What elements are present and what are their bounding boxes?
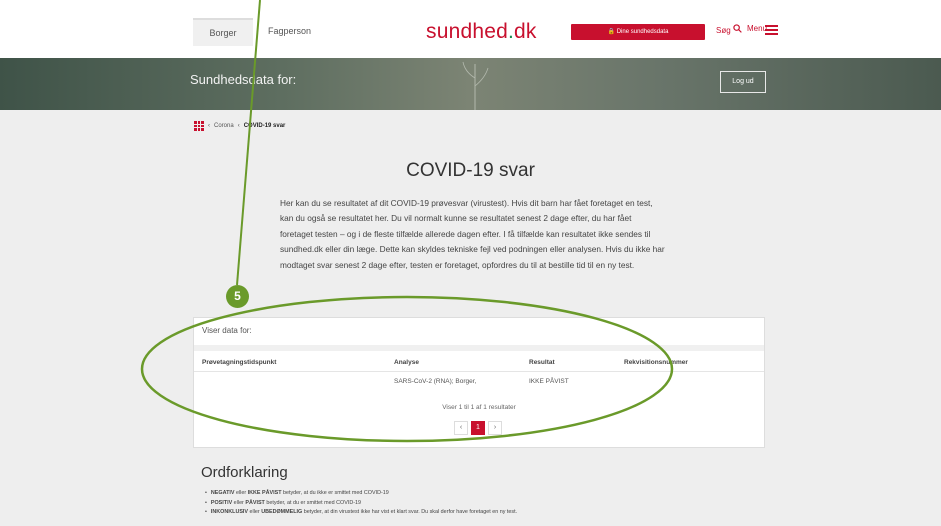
results-card: Viser data for: Prøvetagningstidspunkt A… bbox=[193, 317, 765, 448]
logo-tld: dk bbox=[514, 20, 537, 43]
column-header-requisition[interactable]: Rekvisitionsnummer bbox=[624, 359, 688, 366]
cell-result: IKKE PÅVIST bbox=[529, 378, 569, 385]
hero-banner: Sundhedsdata for: Log ud bbox=[0, 58, 941, 110]
chevron-left-icon: ‹ bbox=[208, 123, 210, 129]
breadcrumb: ‹ Corona ‹ COVID-19 svar bbox=[194, 120, 285, 132]
definitions-list: NEGATIV eller IKKE PÅVIST betyder, at du… bbox=[205, 490, 517, 519]
sundhed-logo[interactable]: sundhed.dk bbox=[426, 20, 537, 44]
annotation-badge: 5 bbox=[226, 285, 249, 308]
next-page-button[interactable]: › bbox=[488, 421, 502, 435]
chevron-left-icon: ‹ bbox=[237, 123, 240, 129]
breadcrumb-current: COVID-19 svar bbox=[243, 123, 286, 129]
top-navigation: Borger Fagperson sundhed.dk 🔒 Dine sundh… bbox=[0, 0, 941, 58]
definition-item: POSITIV eller PÅVIST betyder, at du er s… bbox=[205, 500, 517, 510]
showing-for-label: Viser data for: bbox=[202, 326, 252, 335]
column-header-analysis[interactable]: Analyse bbox=[394, 359, 419, 366]
logout-button[interactable]: Log ud bbox=[720, 71, 766, 93]
column-header-result[interactable]: Resultat bbox=[529, 359, 555, 366]
page-1-button[interactable]: 1 bbox=[471, 421, 485, 435]
search-icon bbox=[733, 24, 742, 33]
divider bbox=[194, 371, 764, 372]
cell-analysis: SARS-CoV-2 (RNA); Borger, bbox=[394, 378, 477, 385]
my-health-data-button[interactable]: 🔒 Dine sundhedsdata bbox=[571, 24, 705, 40]
pagination: ‹ 1 › bbox=[454, 421, 502, 435]
page-title: COVID-19 svar bbox=[406, 160, 535, 181]
search-label: Søg bbox=[716, 26, 731, 35]
definitions-title: Ordforklaring bbox=[201, 464, 288, 481]
tab-borger[interactable]: Borger bbox=[193, 18, 253, 46]
hero-title: Sundhedsdata for: bbox=[190, 72, 297, 87]
grid-menu-icon[interactable] bbox=[194, 121, 204, 131]
definition-item: INKONKLUSIV eller UBEDØMMELIG betyder, a… bbox=[205, 509, 517, 519]
prev-page-button[interactable]: ‹ bbox=[454, 421, 468, 435]
menu-button[interactable]: Menu bbox=[747, 24, 767, 33]
pagination-info: Viser 1 til 1 af 1 resultater bbox=[442, 404, 516, 411]
lock-icon: 🔒 bbox=[607, 29, 616, 35]
logo-text: sundhed bbox=[426, 20, 508, 43]
tab-fagperson[interactable]: Fagperson bbox=[268, 18, 311, 44]
intro-text: Her kan du se resultatet af dit COVID-19… bbox=[280, 198, 665, 270]
divider bbox=[194, 345, 764, 351]
column-header-sample-time[interactable]: Prøvetagningstidspunkt bbox=[202, 359, 276, 366]
hamburger-icon[interactable] bbox=[765, 25, 778, 37]
definition-item: NEGATIV eller IKKE PÅVIST betyder, at du… bbox=[205, 490, 517, 500]
plant-illustration bbox=[462, 61, 489, 110]
my-health-data-label: Dine sundhedsdata bbox=[616, 29, 669, 35]
search-button[interactable]: Søg bbox=[716, 24, 742, 35]
breadcrumb-corona[interactable]: Corona bbox=[214, 123, 234, 129]
